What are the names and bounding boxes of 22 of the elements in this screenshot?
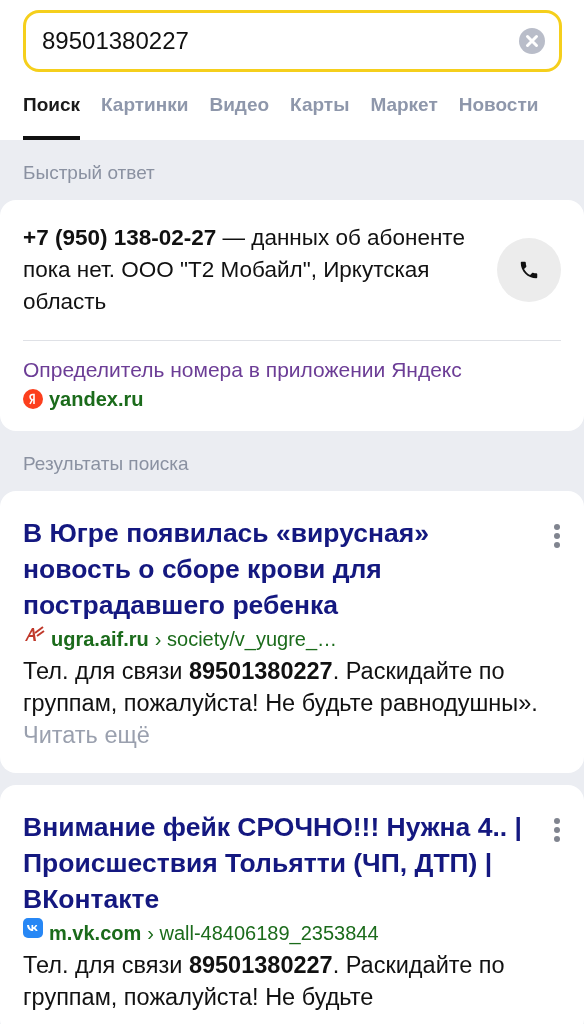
site-link[interactable]: m.vk.com [49,917,142,949]
phone-icon[interactable] [518,259,540,281]
section-heading: Быстрый ответ [22,161,156,185]
more-icon[interactable] [553,817,561,843]
site-icon [23,918,43,938]
yandex-logo-icon [23,389,43,409]
url-path[interactable]: › society/v_yugre_… [154,623,338,655]
clear-icon[interactable] [519,28,545,54]
url-path[interactable]: › wall-48406189_2353844 [147,917,379,949]
snippet-text: Тел. для связи 89501380227. Раскидайте по группам, пожалуйста! Не будьте равнодушны». Читать ещё [23,657,539,750]
result-title-link[interactable]: Внимание фейк СРОЧНО!!! Нужна 4.. | Происшествия Тольятти (ЧП, ДТП) | ВКонтакте [23,809,523,917]
more-icon[interactable] [553,523,561,549]
tab[interactable]: Поиск [23,90,81,140]
result-title-link[interactable]: В Югре появилась «вирусная» новость о сборе крови для пострадавшего ребенка [23,515,523,623]
answer-text: +7 (950) 138-02-27 — данных об абоненте пока нет. ООО "Т2 Мобайл", Иркутская область [23,224,466,316]
source-link[interactable]: yandex.ru [49,385,144,413]
site-icon [23,624,45,644]
site-link[interactable]: ugra.aif.ru [51,623,149,655]
snippet-text: Тел. для связи 89501380227. Раскидайте по группам, пожалуйста! Не будьте [23,951,506,1012]
search-field[interactable]: 89501380227 [23,10,562,72]
section-heading: Результаты поиска [22,452,190,476]
link[interactable]: Определитель номера в приложении Яндекс [23,355,561,385]
